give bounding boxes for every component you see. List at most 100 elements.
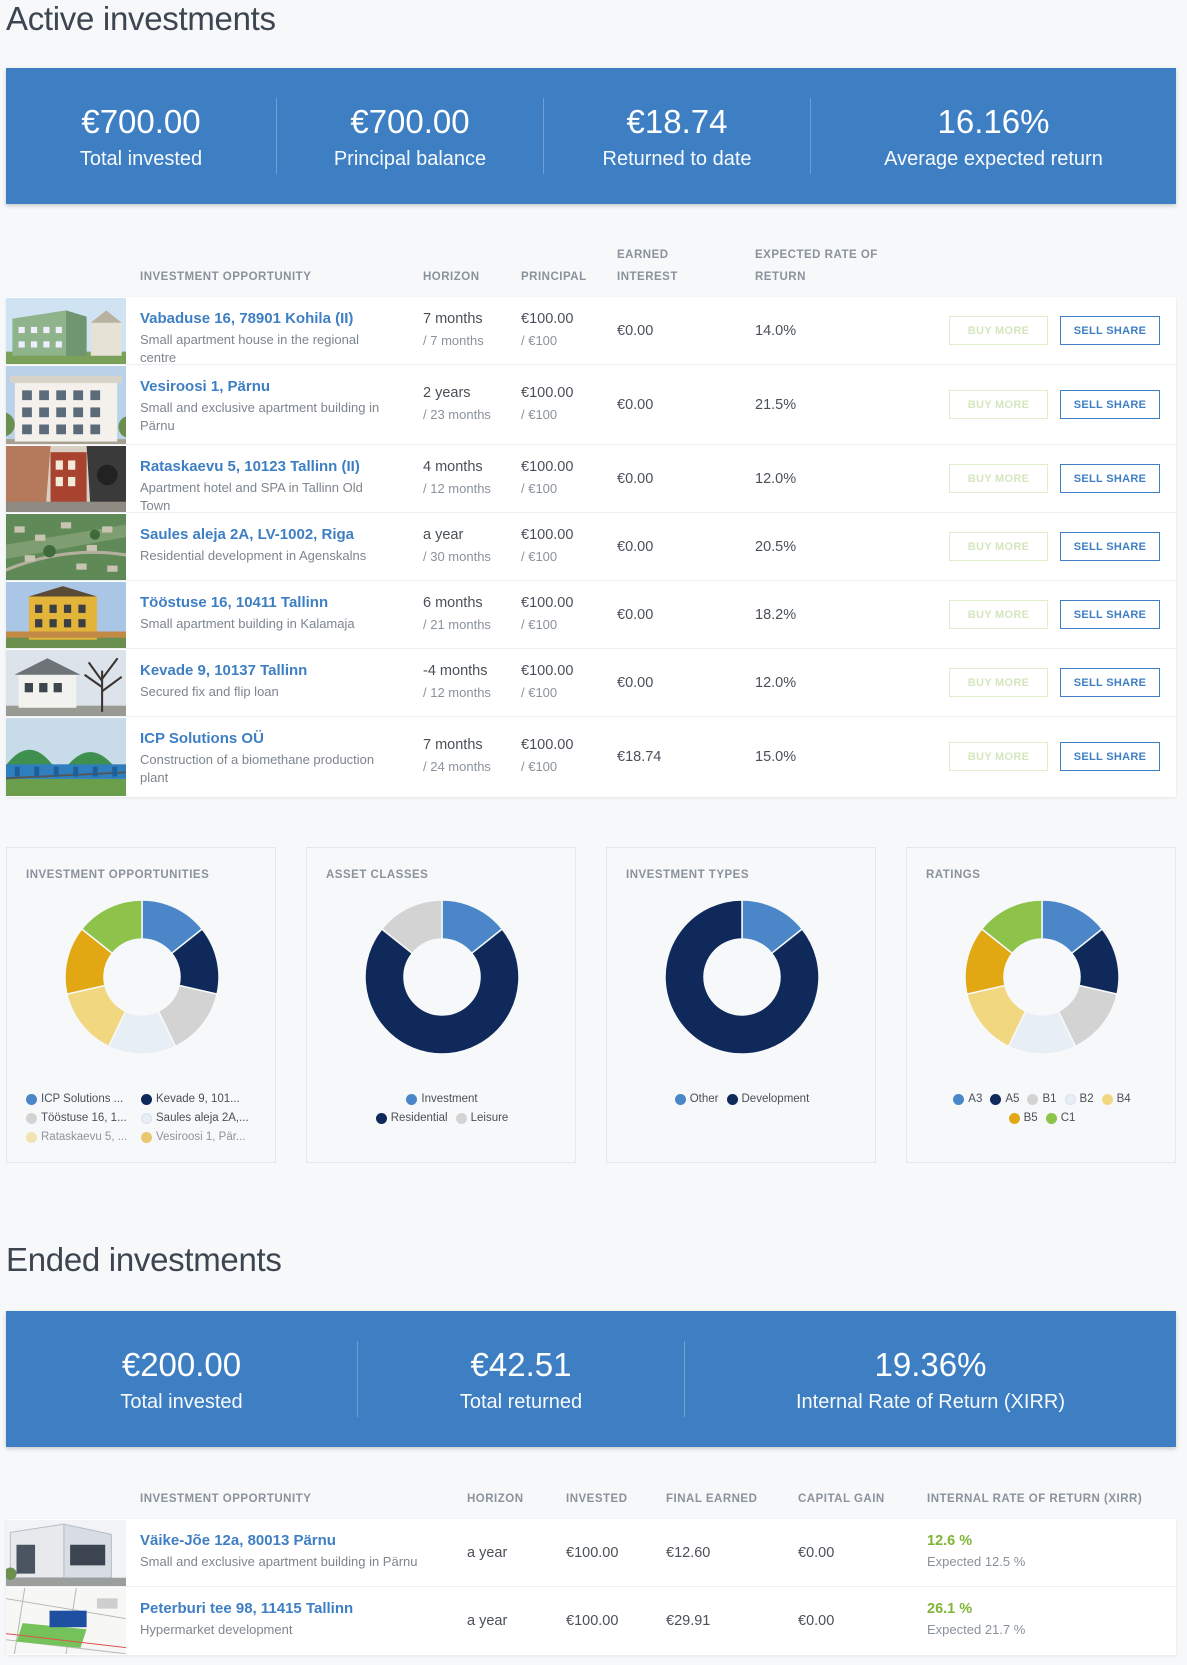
legend-item[interactable]: Kevade 9, 101... [141, 1090, 256, 1109]
horizon-value: a year [467, 1613, 508, 1629]
sell-share-button[interactable]: SELL SHARE [1060, 316, 1160, 345]
buy-more-button[interactable]: BUY MORE [949, 316, 1048, 345]
legend-item[interactable]: A3 [953, 1090, 982, 1109]
header-expected-rate[interactable]: EXPECTED RATE OF RETURN [755, 244, 878, 288]
ended-header-horizon[interactable]: HORIZON [467, 1488, 524, 1510]
site-plan-thumbnail[interactable] [6, 1588, 126, 1654]
sell-share-button[interactable]: SELL SHARE [1060, 464, 1160, 493]
buy-more-button[interactable]: BUY MORE [949, 390, 1048, 419]
legend-item[interactable]: B2 [1064, 1090, 1094, 1109]
horizon-cell: a year [467, 1543, 507, 1563]
donut-slice[interactable] [365, 927, 519, 1054]
investment-name-link[interactable]: Vesiroosi 1, Pärnu [140, 377, 395, 397]
legend-label: Other [689, 1093, 719, 1105]
legend-item[interactable]: A5 [990, 1090, 1019, 1109]
legend-dot-icon [141, 1113, 152, 1124]
ended-header-investment-opportunity[interactable]: INVESTMENT OPPORTUNITY [140, 1488, 311, 1510]
donut-chart-investment-types[interactable] [665, 900, 819, 1054]
legend-item[interactable]: ICP Solutions ... [26, 1090, 141, 1109]
investment-name-link[interactable]: Tööstuse 16, 10411 Tallinn [140, 593, 395, 613]
legend-item[interactable]: Rataskaevu 5, ... [26, 1128, 141, 1147]
legend-item[interactable]: Saules aleja 2A,... [141, 1109, 256, 1128]
sell-share-button[interactable]: SELL SHARE [1060, 532, 1160, 561]
buy-more-button[interactable]: BUY MORE [949, 600, 1048, 629]
expected-rate-cell: 12.0% [755, 673, 796, 693]
stat-label: Total returned [459, 1390, 583, 1413]
horizon-cell: 2 years / 23 months [423, 383, 491, 424]
horizon-remaining: 7 months [423, 311, 483, 327]
modern-building-thumbnail[interactable] [6, 1520, 126, 1586]
header-earned-interest[interactable]: EARNED INTEREST [617, 244, 678, 288]
investment-opportunity-cell: Vesiroosi 1, Pärnu Small and exclusive ap… [140, 377, 395, 435]
investment-name-link[interactable]: Peterburi tee 98, 11415 Tallinn [140, 1599, 440, 1619]
house-tree-thumbnail[interactable] [6, 650, 126, 716]
sell-share-button[interactable]: SELL SHARE [1060, 390, 1160, 419]
legend-item[interactable]: B1 [1027, 1090, 1057, 1109]
principal-cell: €100.00 / €100 [521, 383, 573, 424]
investment-name-link[interactable]: Väike-Jõe 12a, 80013 Pärnu [140, 1531, 440, 1551]
donut-chart-asset-classes[interactable] [365, 900, 519, 1054]
legend-item[interactable]: Residential [375, 1109, 448, 1128]
building-white-thumbnail[interactable] [6, 366, 126, 444]
earned-interest-cell: €18.74 [617, 747, 661, 767]
sell-share-button[interactable]: SELL SHARE [1060, 600, 1160, 629]
legend-label: ICP Solutions ... [41, 1093, 124, 1105]
biomethane-plant-thumbnail[interactable] [6, 718, 126, 796]
horizon-remaining: 7 months [423, 737, 483, 753]
stat-value: €18.74 [626, 102, 728, 140]
legend-item[interactable]: Investment [406, 1090, 478, 1109]
legend-asset-classes: Investment Residential Leisure [307, 1090, 577, 1128]
legend-label: A5 [1005, 1093, 1020, 1105]
legend-item[interactable]: Development [726, 1090, 809, 1109]
investment-name-link[interactable]: Rataskaevu 5, 10123 Tallinn (II) [140, 457, 395, 477]
chart-title: INVESTMENT TYPES [626, 869, 750, 881]
header-investment-opportunity[interactable]: INVESTMENT OPPORTUNITY [140, 266, 311, 288]
donut-chart-investment-opportunities[interactable] [65, 900, 219, 1054]
legend-item[interactable]: Vesiroosi 1, Pär... [141, 1128, 256, 1147]
legend-label: B4 [1116, 1093, 1131, 1105]
buy-more-button[interactable]: BUY MORE [949, 668, 1048, 697]
sell-share-button[interactable]: SELL SHARE [1060, 668, 1160, 697]
building-green-thumbnail[interactable] [6, 298, 126, 364]
aerial-view-thumbnail[interactable] [6, 514, 126, 580]
buy-more-button[interactable]: BUY MORE [949, 464, 1048, 493]
ended-header-xirr[interactable]: INTERNAL RATE OF RETURN (XIRR) [927, 1488, 1142, 1510]
legend-label: Leisure [470, 1112, 509, 1124]
horizon-cell: -4 months / 12 months [423, 661, 491, 702]
investment-name-link[interactable]: ICP Solutions OÜ [140, 729, 395, 749]
investment-name-link[interactable]: Vabaduse 16, 78901 Kohila (II) [140, 309, 395, 329]
investment-description: Hypermarket development [140, 1622, 293, 1637]
stat-total-invested: €700.00 Total invested [6, 98, 277, 174]
ended-header-final-earned[interactable]: FINAL EARNED [666, 1488, 757, 1510]
horizon-remaining: a year [423, 527, 464, 543]
donut-chart-ratings[interactable] [965, 900, 1119, 1054]
investment-name-link[interactable]: Kevade 9, 10137 Tallinn [140, 661, 395, 681]
building-yellow-thumbnail[interactable] [6, 582, 126, 648]
sell-share-button[interactable]: SELL SHARE [1060, 742, 1160, 771]
header-principal[interactable]: PRINCIPAL [521, 266, 587, 288]
buy-more-button[interactable]: BUY MORE [949, 532, 1048, 561]
horizon-cell: a year / 30 months [423, 525, 491, 566]
legend-item[interactable]: Leisure [455, 1109, 509, 1128]
legend-item[interactable]: Tööstuse 16, 1... [26, 1109, 141, 1128]
principal-amount: €100.00 [521, 527, 574, 543]
header-horizon[interactable]: HORIZON [423, 266, 480, 288]
investment-opportunity-cell: Väike-Jõe 12a, 80013 Pärnu Small and excl… [140, 1531, 440, 1571]
legend-item[interactable]: B5 [1008, 1109, 1038, 1128]
expected-rate-cell: 21.5% [755, 395, 796, 415]
old-town-street-thumbnail[interactable] [6, 446, 126, 512]
legend-item[interactable]: Other [674, 1090, 719, 1109]
horizon-remaining: 6 months [423, 595, 483, 611]
legend-item[interactable]: B4 [1101, 1090, 1131, 1109]
buy-more-button[interactable]: BUY MORE [949, 742, 1048, 771]
ended-header-invested[interactable]: INVESTED [566, 1488, 628, 1510]
stat-value: €700.00 [81, 102, 201, 140]
investment-opportunity-cell: Peterburi tee 98, 11415 Tallinn Hypermark… [140, 1599, 440, 1639]
legend-item[interactable]: C1 [1045, 1109, 1075, 1128]
ended-header-capital-gain[interactable]: CAPITAL GAIN [798, 1488, 885, 1510]
earned-interest-cell: €0.00 [617, 469, 653, 489]
table-row: Väike-Jõe 12a, 80013 Pärnu Small and excl… [6, 1519, 1176, 1587]
investment-opportunity-cell: Vabaduse 16, 78901 Kohila (II) Small apar… [140, 309, 395, 367]
legend-dot-icon [455, 1113, 467, 1124]
investment-name-link[interactable]: Saules aleja 2A, LV-1002, Riga [140, 525, 395, 545]
